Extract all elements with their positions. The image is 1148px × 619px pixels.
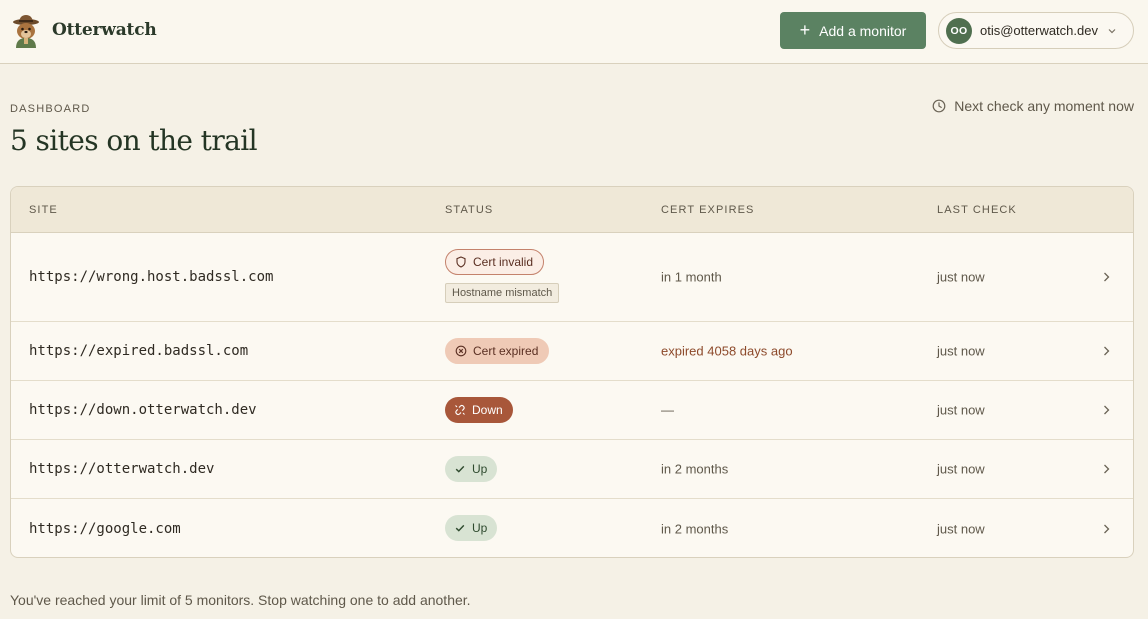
add-monitor-label: Add a monitor [819, 22, 907, 39]
chevron-right-icon[interactable] [1101, 523, 1111, 535]
cert-expiry: expired 4058 days ago [661, 343, 793, 359]
table-row[interactable]: https://google.com Up in 2 months just n… [11, 499, 1133, 557]
cert-expiry: — [661, 402, 674, 418]
status-label: Up [472, 521, 488, 535]
status-cell: Up [445, 515, 498, 541]
shield-icon [456, 256, 466, 268]
status-label: Cert expired [473, 344, 539, 358]
status-cell: Cert expired [445, 338, 550, 364]
last-check: just now [937, 461, 985, 477]
status-cell: Cert invalid Hostname mismatch [445, 249, 560, 303]
avatar: OO [946, 17, 972, 44]
status-badge: Cert invalid [445, 249, 545, 275]
chevron-right-icon[interactable] [1101, 345, 1111, 357]
table-header: SITE STATUS CERT EXPIRES LAST CHECK [11, 187, 1133, 233]
chevron-right-icon[interactable] [1101, 271, 1111, 283]
status-badge: Cert expired [445, 338, 550, 364]
user-menu-button[interactable]: OO otis@otterwatch.dev [938, 12, 1134, 49]
column-header-status: STATUS [445, 204, 494, 216]
add-monitor-button[interactable]: + Add a monitor [780, 12, 926, 49]
column-header-last-check: LAST CHECK [937, 204, 1017, 216]
top-bar: Otterwatch + Add a monitor OO otis@otter… [0, 0, 1148, 64]
check-icon [455, 524, 465, 532]
cert-expiry: in 2 months [661, 521, 729, 536]
table-row[interactable]: https://expired.badssl.com Cert expired … [11, 322, 1133, 381]
broken-link-icon [455, 404, 465, 416]
table-row[interactable]: https://otterwatch.dev Up in 2 months ju… [11, 440, 1133, 499]
limit-note: You've reached your limit of 5 monitors.… [10, 592, 471, 608]
table-row[interactable]: https://down.otterwatch.dev Down — just … [11, 381, 1133, 440]
column-header-cert-expires: CERT EXPIRES [661, 204, 755, 216]
check-icon [455, 465, 465, 473]
site-url: https://otterwatch.dev [29, 461, 215, 477]
page-title: 5 sites on the trail [10, 124, 258, 157]
column-header-site: SITE [29, 204, 58, 216]
table-row[interactable]: https://wrong.host.badssl.com Cert inval… [11, 233, 1133, 322]
breadcrumb: DASHBOARD [10, 103, 91, 115]
status-badge: Down [445, 397, 513, 423]
status-label: Down [472, 403, 503, 417]
otter-logo [13, 15, 39, 48]
status-label: Up [472, 462, 488, 476]
site-url: https://wrong.host.badssl.com [29, 269, 274, 285]
next-check-indicator: Next check any moment now [932, 98, 1134, 114]
x-circle-icon [455, 345, 467, 357]
chevron-right-icon[interactable] [1101, 463, 1111, 475]
site-url: https://google.com [29, 520, 181, 537]
cert-expiry: in 1 month [661, 269, 722, 285]
cert-expiry: in 2 months [661, 461, 729, 477]
chevron-right-icon[interactable] [1101, 404, 1111, 416]
monitors-table: SITE STATUS CERT EXPIRES LAST CHECK http… [10, 186, 1134, 558]
plus-icon: + [799, 19, 811, 40]
last-check: just now [937, 521, 985, 536]
last-check: just now [937, 343, 985, 359]
site-url: https://expired.badssl.com [29, 343, 249, 359]
status-cell: Up [445, 456, 498, 482]
status-badge: Up [445, 515, 498, 541]
status-badge: Up [445, 456, 498, 482]
last-check: just now [937, 402, 985, 418]
status-cell: Down [445, 397, 513, 423]
user-email: otis@otterwatch.dev [980, 23, 1098, 38]
site-url: https://down.otterwatch.dev [29, 402, 257, 418]
status-detail-tag: Hostname mismatch [445, 283, 560, 303]
next-check-text: Next check any moment now [954, 98, 1134, 114]
last-check: just now [937, 269, 985, 285]
brand-name[interactable]: Otterwatch [52, 20, 157, 40]
clock-icon [932, 99, 946, 113]
chevron-down-icon [1108, 28, 1116, 33]
status-label: Cert invalid [473, 255, 534, 269]
